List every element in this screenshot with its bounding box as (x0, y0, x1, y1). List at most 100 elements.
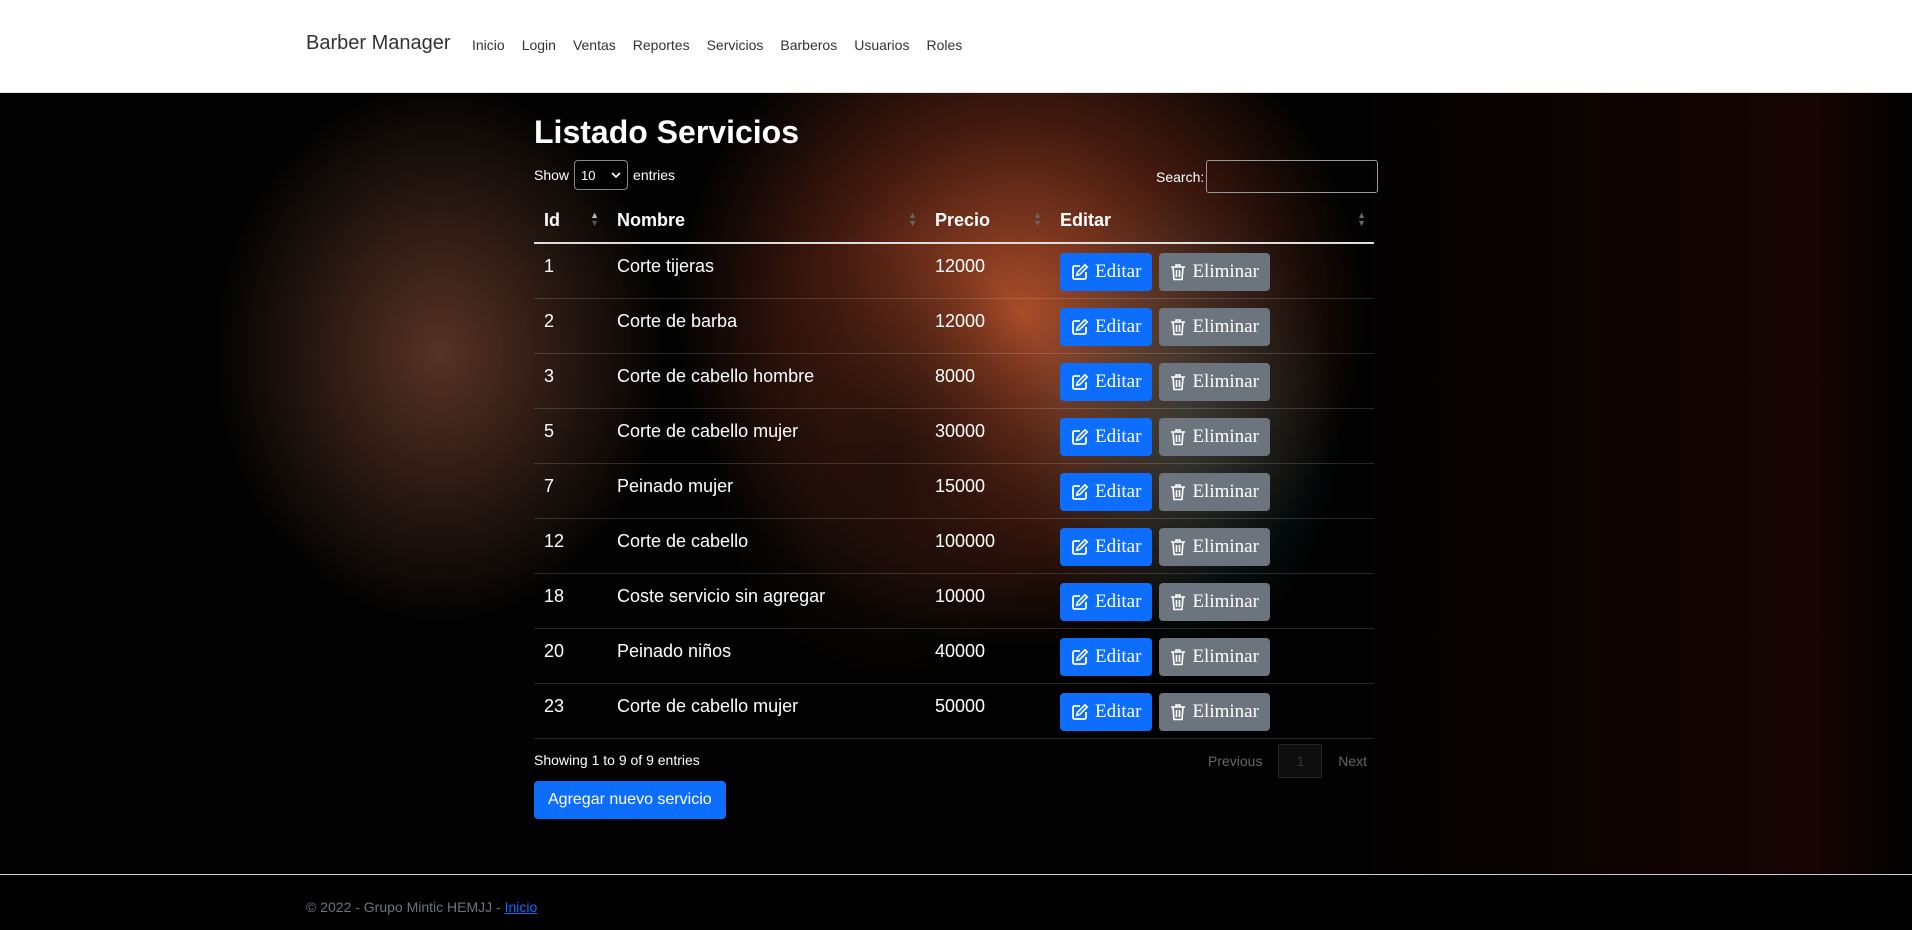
footer-home-link[interactable]: Inicio (505, 899, 538, 915)
table-row: 3 Corte de cabello hombre 8000 Editar Elimi… (534, 353, 1374, 409)
delete-label: Eliminar (1192, 370, 1259, 392)
pagination-page-1[interactable]: 1 (1278, 744, 1323, 778)
cell-precio: 30000 (925, 408, 1050, 464)
edit-label: Editar (1095, 480, 1142, 502)
trash-icon (1171, 264, 1186, 281)
cell-nombre: Corte de cabello (607, 518, 925, 574)
nav-link-login[interactable]: Login (522, 37, 556, 53)
delete-button[interactable]: Eliminar (1159, 637, 1270, 676)
cell-actions: Editar Eliminar (1050, 243, 1374, 299)
delete-label: Eliminar (1192, 590, 1259, 612)
table-header-row: Id ▲ ▼ Nombre ▲ ▼ Precio ▲ ▼ Editar ▲ ▼ (534, 198, 1374, 244)
delete-label: Eliminar (1192, 480, 1259, 502)
add-service-button[interactable]: Agregar nuevo servicio (534, 781, 726, 819)
cell-actions: Editar Eliminar (1050, 463, 1374, 519)
nav-link-reportes[interactable]: Reportes (633, 37, 690, 53)
cell-actions: Editar Eliminar (1050, 298, 1374, 354)
table-body: 1 Corte tijeras 12000 Editar Eliminar 2 Corte… (534, 243, 1374, 739)
edit-button[interactable]: Editar (1060, 362, 1153, 401)
delete-label: Eliminar (1192, 315, 1259, 337)
services-table: Id ▲ ▼ Nombre ▲ ▼ Precio ▲ ▼ Editar ▲ ▼ 1 Corte t… (534, 198, 1374, 739)
nav-link-roles[interactable]: Roles (926, 37, 962, 53)
cell-precio: 12000 (925, 243, 1050, 299)
edit-button[interactable]: Editar (1060, 253, 1153, 291)
delete-button[interactable]: Eliminar (1159, 417, 1270, 456)
entries-value: 10 (581, 167, 596, 183)
edit-button[interactable]: Editar (1060, 692, 1153, 731)
sort-icon: ▲ ▼ (908, 210, 917, 228)
edit-button[interactable]: Editar (1060, 582, 1153, 621)
cell-actions: Editar Eliminar (1050, 518, 1374, 574)
nav-link-ventas[interactable]: Ventas (573, 37, 616, 53)
delete-label: Eliminar (1192, 700, 1259, 722)
table-row: 12 Corte de cabello 100000 Editar Eliminar (534, 518, 1374, 574)
cell-nombre: Peinado niños (607, 628, 925, 684)
nav-link-servicios[interactable]: Servicios (707, 37, 764, 53)
page-title: Listado Servicios (534, 114, 799, 150)
table-row: 18 Coste servicio sin agregar 10000 Editar … (534, 573, 1374, 629)
edit-label: Editar (1095, 261, 1142, 282)
nav-link-inicio[interactable]: Inicio (472, 37, 505, 53)
footer-divider (0, 874, 1912, 875)
table-info: Showing 1 to 9 of 9 entries (534, 752, 700, 768)
edit-button[interactable]: Editar (1060, 307, 1153, 346)
edit-label: Editar (1095, 315, 1142, 337)
delete-button[interactable]: Eliminar (1159, 307, 1270, 346)
search-label: Search: (1156, 168, 1205, 185)
column-header-label: Id (544, 209, 560, 230)
edit-button[interactable]: Editar (1060, 417, 1153, 456)
brand-logo[interactable]: Barber Manager (306, 32, 451, 55)
chevron-down-icon (611, 172, 621, 179)
cell-actions: Editar Eliminar (1050, 628, 1374, 684)
pagination-previous[interactable]: Previous (1192, 745, 1278, 777)
edit-icon (1072, 318, 1089, 335)
delete-label: Eliminar (1192, 645, 1259, 667)
delete-label: Eliminar (1192, 261, 1259, 282)
footer-text: © 2022 - Grupo Mintic HEMJJ - (306, 899, 505, 915)
cell-id: 1 (534, 243, 607, 299)
column-header-id[interactable]: Id ▲ ▼ (534, 198, 607, 244)
nav-link-barberos[interactable]: Barberos (780, 37, 837, 53)
edit-label: Editar (1095, 700, 1142, 722)
column-header-nombre[interactable]: Nombre ▲ ▼ (607, 198, 925, 244)
entries-select[interactable]: 10 (574, 160, 629, 190)
delete-button[interactable]: Eliminar (1159, 362, 1270, 401)
cell-id: 12 (534, 518, 607, 574)
delete-button[interactable]: Eliminar (1159, 472, 1270, 511)
column-header-precio[interactable]: Precio ▲ ▼ (925, 198, 1050, 244)
entries-length-control: Show 10 entries (534, 160, 675, 190)
edit-button[interactable]: Editar (1060, 637, 1153, 676)
cell-id: 7 (534, 463, 607, 519)
sort-asc-icon: ▲ ▼ (590, 210, 599, 228)
delete-button[interactable]: Eliminar (1159, 527, 1270, 566)
cell-precio: 8000 (925, 353, 1050, 409)
nav-link-usuarios[interactable]: Usuarios (854, 37, 909, 53)
edit-label: Editar (1095, 590, 1142, 612)
edit-button[interactable]: Editar (1060, 472, 1153, 511)
edit-label: Editar (1095, 425, 1142, 447)
cell-nombre: Peinado mujer (607, 463, 925, 519)
delete-button[interactable]: Eliminar (1159, 253, 1270, 291)
delete-label: Eliminar (1192, 535, 1259, 557)
pagination: Previous 1 Next (1192, 744, 1383, 778)
trash-icon (1171, 648, 1186, 665)
edit-label: Editar (1095, 535, 1142, 557)
trash-icon (1171, 483, 1186, 500)
table-row: 5 Corte de cabello mujer 30000 Editar Elimi… (534, 408, 1374, 464)
trash-icon (1171, 428, 1186, 445)
edit-button[interactable]: Editar (1060, 527, 1153, 566)
cell-actions: Editar Eliminar (1050, 683, 1374, 739)
delete-button[interactable]: Eliminar (1159, 692, 1270, 731)
pagination-next[interactable]: Next (1322, 745, 1383, 777)
column-header-editar[interactable]: Editar ▲ ▼ (1050, 198, 1374, 244)
table-row: 2 Corte de barba 12000 Editar Eliminar (534, 298, 1374, 354)
search-input[interactable] (1206, 160, 1379, 193)
delete-button[interactable]: Eliminar (1159, 582, 1270, 621)
cell-id: 20 (534, 628, 607, 684)
cell-actions: Editar Eliminar (1050, 573, 1374, 629)
navbar: Barber Manager Inicio Login Ventas Repor… (0, 0, 1912, 93)
column-header-label: Precio (935, 209, 991, 230)
trash-icon (1171, 318, 1186, 335)
footer: © 2022 - Grupo Mintic HEMJJ - Inicio (306, 899, 537, 915)
edit-icon (1072, 263, 1089, 280)
